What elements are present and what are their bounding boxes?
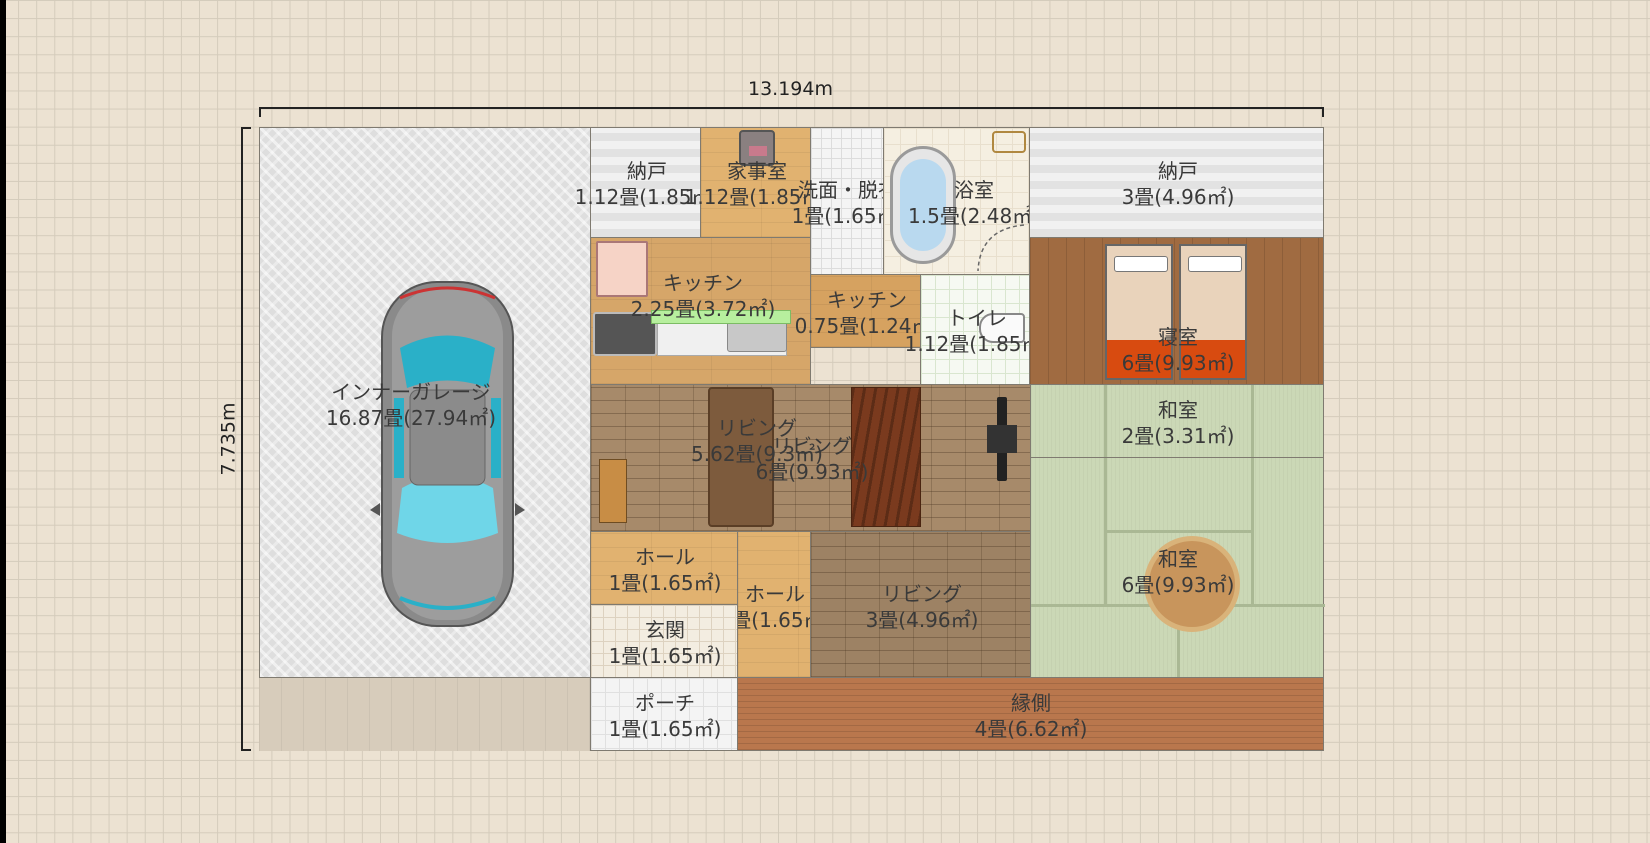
room-entrance[interactable]: 玄関 1畳(1.65㎡) xyxy=(590,604,738,678)
label-engawa: 縁側 4畳(6.62㎡) xyxy=(975,690,1088,742)
room-bedroom[interactable]: 寝室 6畳(9.93㎡) xyxy=(1029,237,1324,385)
room-area: 1.12畳(1.85㎡) xyxy=(574,185,720,209)
label-living-3: リビング 3畳(4.96㎡) xyxy=(866,581,979,633)
tatami-line xyxy=(1251,385,1254,459)
tv-stand-icon xyxy=(987,425,1017,453)
room-hall-2[interactable]: ホール 1畳(1.65㎡) xyxy=(719,531,831,678)
room-storage-1[interactable]: 納戸 1.12畳(1.85㎡) xyxy=(575,127,719,238)
room-area: 1畳(1.65㎡) xyxy=(608,717,722,741)
room-bath[interactable]: 浴室 1.5畳(2.48㎡) xyxy=(883,127,1040,275)
room-area: 3畳(4.96㎡) xyxy=(1121,185,1235,209)
room-area: 1畳(1.65㎡) xyxy=(608,571,722,595)
label-storage-2: 納戸 3畳(4.96㎡) xyxy=(1122,158,1235,210)
bed-icon xyxy=(1179,244,1247,380)
cabinet-icon xyxy=(599,459,627,523)
room-name: 玄関 xyxy=(645,618,685,642)
room-washitsu-2[interactable]: 和室 6畳(9.93㎡) xyxy=(1030,457,1325,679)
room-utility[interactable]: 家事室 1.12畳(1.85㎡) xyxy=(685,127,829,238)
room-area: 1.12畳(1.85㎡) xyxy=(684,185,830,209)
table-icon xyxy=(851,387,921,527)
room-name: 納戸 xyxy=(626,159,667,183)
room-washitsu-1[interactable]: 和室 2畳(3.31㎡) xyxy=(1030,384,1324,459)
floor-plan: インナーガレージ 16.87畳(27.94㎡) 納戸 1.12畳(1.85㎡) … xyxy=(0,0,1650,843)
room-area: 4畳(6.62㎡) xyxy=(974,717,1088,741)
room-name: ポーチ xyxy=(635,691,695,715)
room-area: 0.75畳(1.24㎡) xyxy=(794,314,940,338)
tatami-line xyxy=(1104,385,1107,459)
refrigerator-icon xyxy=(596,241,648,297)
room-area: 1畳(1.65㎡) xyxy=(608,644,722,668)
room-hall-1[interactable]: ホール 1畳(1.65㎡) xyxy=(590,531,738,605)
room-name: リビング xyxy=(882,582,962,606)
room-name: トイレ xyxy=(946,306,1007,330)
label-storage-1: 納戸 1.12畳(1.85㎡) xyxy=(575,158,720,210)
room-storage-2[interactable]: 納戸 3畳(4.96㎡) xyxy=(1029,127,1324,238)
counter-green-icon xyxy=(651,310,791,324)
room-garage[interactable]: インナーガレージ 16.87畳(27.94㎡) xyxy=(259,127,591,678)
room-name: キッチン xyxy=(826,288,907,312)
room-porch[interactable]: ポーチ 1畳(1.65㎡) xyxy=(590,677,738,751)
sofa-icon xyxy=(708,387,774,527)
stove-icon xyxy=(593,312,657,356)
room-name: 縁側 xyxy=(1011,691,1051,715)
bathtub-icon xyxy=(890,146,956,264)
tatami-line xyxy=(1104,530,1254,533)
room-name: ホール xyxy=(635,545,695,569)
door-swing-icon xyxy=(977,224,1025,272)
sewing-machine-icon xyxy=(739,130,775,166)
label-toilet: トイレ 1.12畳(1.85㎡) xyxy=(905,305,1050,357)
room-living-1[interactable]: リビング 5.62畳(9.3㎡) リビング 6畳(9.93㎡) xyxy=(590,384,1031,532)
room-kitchen-1[interactable]: キッチン 2.25畳(3.72㎡) xyxy=(590,237,811,385)
toilet-icon xyxy=(979,313,1025,343)
shower-faucet-icon xyxy=(992,131,1026,153)
round-table-icon xyxy=(1144,536,1240,632)
room-washroom[interactable]: 洗面・脱衣 1畳(1.65㎡) xyxy=(792,127,904,275)
label-hall-1: ホール 1畳(1.65㎡) xyxy=(609,544,722,596)
room-name: 和室 xyxy=(1158,398,1198,422)
label-entrance: 玄関 1畳(1.65㎡) xyxy=(609,617,722,669)
car-icon xyxy=(370,281,525,627)
room-area: 2畳(3.31㎡) xyxy=(1121,424,1235,448)
room-name: キッチン xyxy=(662,271,743,295)
label-kitchen-2: キッチン 0.75畳(1.24㎡) xyxy=(795,287,940,339)
room-living-3[interactable]: リビング 3畳(4.96㎡) xyxy=(810,531,1031,678)
label-washitsu-1: 和室 2畳(3.31㎡) xyxy=(1122,397,1235,449)
room-area: 1.12畳(1.85㎡) xyxy=(904,332,1050,356)
room-toilet[interactable]: トイレ 1.12畳(1.85㎡) xyxy=(905,274,1049,385)
room-engawa[interactable]: 縁側 4畳(6.62㎡) xyxy=(737,677,1324,751)
room-name: 納戸 xyxy=(1158,159,1198,183)
label-porch: ポーチ 1畳(1.65㎡) xyxy=(609,690,722,742)
room-kitchen-2[interactable]: キッチン 0.75畳(1.24㎡) xyxy=(795,274,939,348)
bed-icon xyxy=(1105,244,1173,380)
room-area: 3畳(4.96㎡) xyxy=(865,608,979,632)
